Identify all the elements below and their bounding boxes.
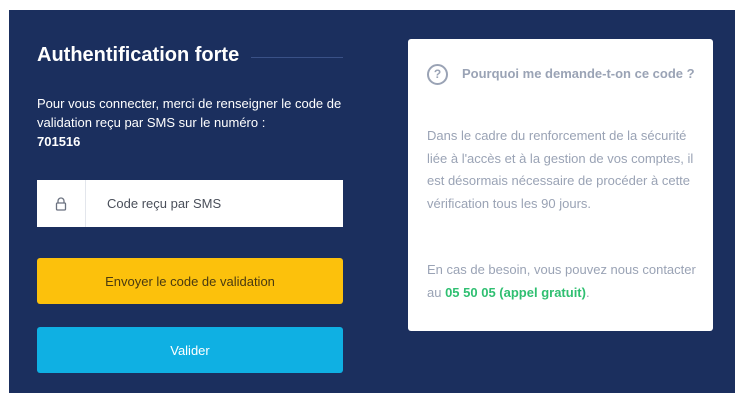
question-circle-icon: ? <box>427 64 448 86</box>
contact-number-link[interactable]: 05 50 05 (appel gratuit) <box>445 285 586 300</box>
sms-code-input[interactable] <box>105 195 329 212</box>
contact-paragraph: En cas de besoin, vous pouvez nous conta… <box>427 259 702 304</box>
info-card: ? Pourquoi me demande-t-on ce code ? Dans… <box>408 39 713 331</box>
intro-message: Pour vous connecter, merci de renseigner… <box>37 96 342 130</box>
info-paragraph: Dans le cadre du renforcement de la sécu… <box>427 128 694 211</box>
validate-button[interactable]: Valider <box>37 327 343 373</box>
info-heading: ? Pourquoi me demande-t-on ce code ? <box>427 61 697 87</box>
info-heading-text: Pourquoi me demande-t-on ce code ? <box>462 66 695 81</box>
sms-code-field[interactable] <box>37 180 343 227</box>
contact-suffix: . <box>585 284 590 300</box>
title-row: Authentification forte <box>37 43 343 67</box>
phone-number: 701516 <box>37 134 81 149</box>
lock-icon <box>37 180 86 227</box>
send-code-button[interactable]: Envoyer le code de validation <box>37 258 343 304</box>
page-title: Authentification forte <box>37 43 240 66</box>
title-divider <box>251 56 343 58</box>
intro-text: Pour vous connecter, merci de renseigner… <box>37 94 347 151</box>
